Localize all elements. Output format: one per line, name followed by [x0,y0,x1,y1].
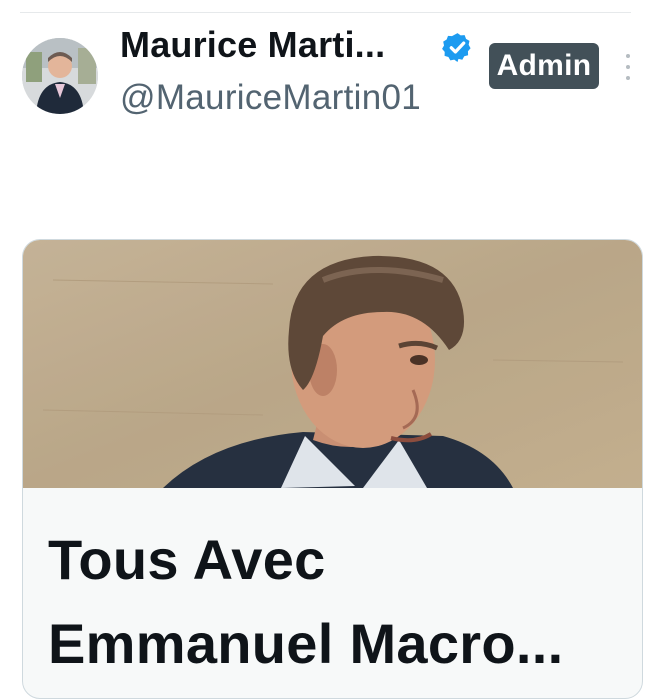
card-title-line-2: Emmanuel Macro... [48,612,564,675]
card-title-line-1: Tous Avec [48,528,326,591]
author-handle[interactable]: @MauriceMartin01 [120,78,421,118]
dot [626,76,630,80]
link-preview-card[interactable]: Tous Avec Emmanuel Macro... [22,239,643,699]
author-display-name[interactable]: Maurice Marti... [120,24,385,66]
author-avatar[interactable] [22,38,98,114]
link-preview-title[interactable]: Tous Avec Emmanuel Macro... [48,518,628,686]
link-preview-image[interactable] [23,240,642,488]
more-vertical-icon[interactable] [620,54,636,80]
avatar-photo [22,38,98,114]
dot [626,65,630,69]
admin-badge: Admin [489,43,599,89]
top-divider [20,12,631,13]
link-preview-photo [23,240,642,488]
dot [626,54,630,58]
verified-badge-icon [442,33,471,62]
